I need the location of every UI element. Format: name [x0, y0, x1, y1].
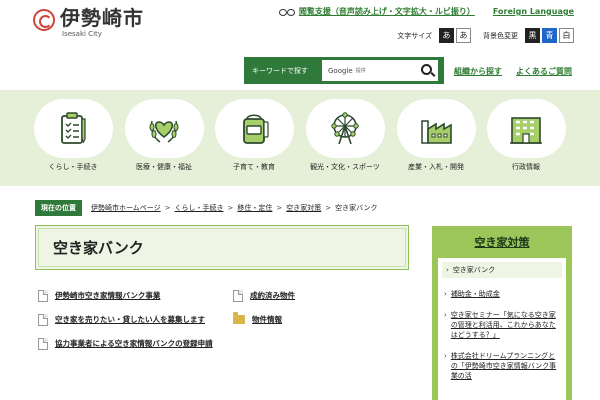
sidebar-link[interactable]: 株式会社ドリームプランニングとの「伊勢崎市空き家情報バンク事業の活	[451, 351, 562, 381]
category-health[interactable]: 医療・健康・福祉	[124, 99, 204, 172]
folder-icon	[233, 312, 245, 324]
sidebar-item: › 補助金・助成金	[438, 286, 566, 302]
display-controls: 文字サイズ あ あ 背景色変更 黒 青 白	[397, 28, 574, 43]
bg-blue-button[interactable]: 青	[542, 28, 557, 43]
breadcrumb-current-label: 現在の位置	[35, 200, 82, 216]
chevron-right-icon: ›	[446, 266, 449, 274]
breadcrumb-separator: >	[325, 204, 332, 212]
google-label: Google	[328, 66, 353, 75]
article-link[interactable]: 物件情報	[252, 314, 282, 325]
sidebar-item-active: › 空き家バンク	[442, 262, 562, 278]
font-size-normal-button[interactable]: あ	[456, 28, 471, 43]
breadcrumb-home[interactable]: 伊勢崎市ホームページ	[91, 203, 161, 213]
utility-links: 閲覧支援（音声読み上げ・文字拡大・ルビ振り） Foreign Language	[278, 6, 574, 17]
article-link[interactable]: 伊勢崎市空き家情報バンク事業	[55, 290, 160, 301]
article-link[interactable]: 協力事業者による空き家情報バンクの登録申請	[55, 338, 213, 349]
site-header: 伊勢崎市 Isesaki City 閲覧支援（音声読み上げ・文字拡大・ルビ振り）…	[0, 0, 600, 90]
breadcrumb-vacant-house[interactable]: 空き家対策	[286, 203, 321, 213]
breadcrumb-separator: >	[164, 204, 171, 212]
article-list-left: 伊勢崎市空き家情報バンク事業 空き家を売りたい・貸したい人を募集します 協力事業…	[38, 290, 228, 362]
clipboard-icon	[61, 111, 86, 144]
category-label: 観光・文化・スポーツ	[310, 163, 380, 171]
sidebar-item: › 空き家セミナー「気になる空き家の管理と利活用、これからあなたはどうする？」	[438, 307, 566, 343]
keyword-search: キーワードで探す Google 提供	[244, 57, 444, 84]
list-item: 伊勢崎市空き家情報バンク事業	[38, 290, 228, 302]
breadcrumb-relocation[interactable]: 移住・定住	[237, 203, 272, 213]
faq-link[interactable]: よくあるご質問	[516, 66, 572, 77]
category-label: 医療・健康・福祉	[136, 163, 192, 171]
breadcrumb-current-page: 空き家バンク	[335, 204, 378, 212]
header-nav-links: 組織から探す よくあるご質問	[440, 66, 572, 77]
font-size-large-button[interactable]: あ	[439, 28, 454, 43]
logo-mark-icon	[33, 9, 55, 31]
breadcrumb: 現在の位置 伊勢崎市ホームページ > くらし・手続き > 移住・定住 > 空き家…	[35, 200, 378, 216]
heart-wreath-icon	[149, 120, 179, 143]
logo-name: 伊勢崎市	[60, 6, 144, 30]
sidebar-title[interactable]: 空き家対策	[438, 234, 566, 250]
foreign-language-link[interactable]: Foreign Language	[493, 7, 574, 16]
reading-support-link[interactable]: 閲覧支援（音声読み上げ・文字拡大・ルビ振り）	[299, 6, 475, 17]
category-administration[interactable]: 行政情報	[486, 99, 566, 172]
list-item: 物件情報	[233, 312, 403, 325]
search-icon	[420, 64, 432, 75]
document-icon	[38, 290, 48, 302]
logo-subtitle: Isesaki City	[62, 30, 102, 38]
bg-color-label: 背景色変更	[483, 31, 518, 40]
page-title: 空き家バンク	[53, 239, 144, 257]
bg-white-button[interactable]: 白	[559, 28, 574, 43]
page-title-box: 空き家バンク	[35, 225, 409, 270]
sidebar: 空き家対策 › 空き家バンク › 補助金・助成金 › 空き家セミナー「気になる空…	[432, 226, 572, 400]
sidebar-link[interactable]: 補助金・助成金	[451, 289, 500, 299]
breadcrumb-separator: >	[227, 204, 234, 212]
factory-icon	[421, 119, 452, 144]
list-item: 成約済み物件	[233, 290, 403, 302]
category-label: 子育て・教育	[233, 163, 275, 171]
category-living[interactable]: くらし・手続き	[33, 99, 113, 172]
category-tourism[interactable]: 観光・文化・スポーツ	[305, 99, 385, 172]
category-industry[interactable]: 産業・入札・開発	[396, 99, 476, 172]
list-item: 空き家を売りたい・貸したい人を募集します	[38, 314, 228, 326]
ferris-wheel-icon	[331, 111, 359, 144]
category-label: くらし・手続き	[48, 163, 98, 171]
category-label: 行政情報	[512, 163, 540, 171]
school-bag-icon	[243, 113, 269, 144]
breadcrumb-living[interactable]: くらし・手続き	[175, 203, 224, 213]
search-input[interactable]: Google 提供	[322, 60, 416, 81]
font-size-label: 文字サイズ	[397, 31, 432, 40]
city-hall-icon	[510, 116, 542, 144]
site-logo[interactable]: 伊勢崎市 Isesaki City	[33, 6, 144, 39]
sidebar-item: › 株式会社ドリームプランニングとの「伊勢崎市空き家情報バンク事業の活	[438, 348, 566, 384]
list-item: 協力事業者による空き家情報バンクの登録申請	[38, 338, 223, 350]
chevron-right-icon: ›	[444, 290, 447, 298]
provided-label: 提供	[355, 68, 366, 74]
category-education[interactable]: 子育て・教育	[214, 99, 294, 172]
chevron-right-icon: ›	[444, 352, 447, 360]
breadcrumb-separator: >	[276, 204, 283, 212]
article-link[interactable]: 成約済み物件	[250, 290, 295, 301]
article-link[interactable]: 空き家を売りたい・貸したい人を募集します	[55, 314, 205, 325]
org-search-link[interactable]: 組織から探す	[454, 66, 502, 77]
article-list-right: 成約済み物件 物件情報	[233, 290, 403, 337]
chevron-right-icon: ›	[444, 311, 447, 319]
category-label: 産業・入札・開発	[408, 163, 464, 171]
bg-black-button[interactable]: 黒	[525, 28, 540, 43]
sidebar-link[interactable]: 空き家セミナー「気になる空き家の管理と利活用、これからあなたはどうする？」	[451, 310, 562, 340]
glasses-icon	[278, 8, 296, 16]
search-label: キーワードで探す	[252, 66, 308, 75]
search-button[interactable]	[416, 60, 438, 81]
document-icon	[233, 290, 243, 302]
document-icon	[38, 338, 48, 350]
category-nav: くらし・手続き 医療・健康・福祉 子育て・教育 観光・文化・スポーツ 産業・入札…	[0, 90, 600, 186]
sidebar-list: › 空き家バンク › 補助金・助成金 › 空き家セミナー「気になる空き家の管理と…	[438, 258, 566, 400]
document-icon	[38, 314, 48, 326]
